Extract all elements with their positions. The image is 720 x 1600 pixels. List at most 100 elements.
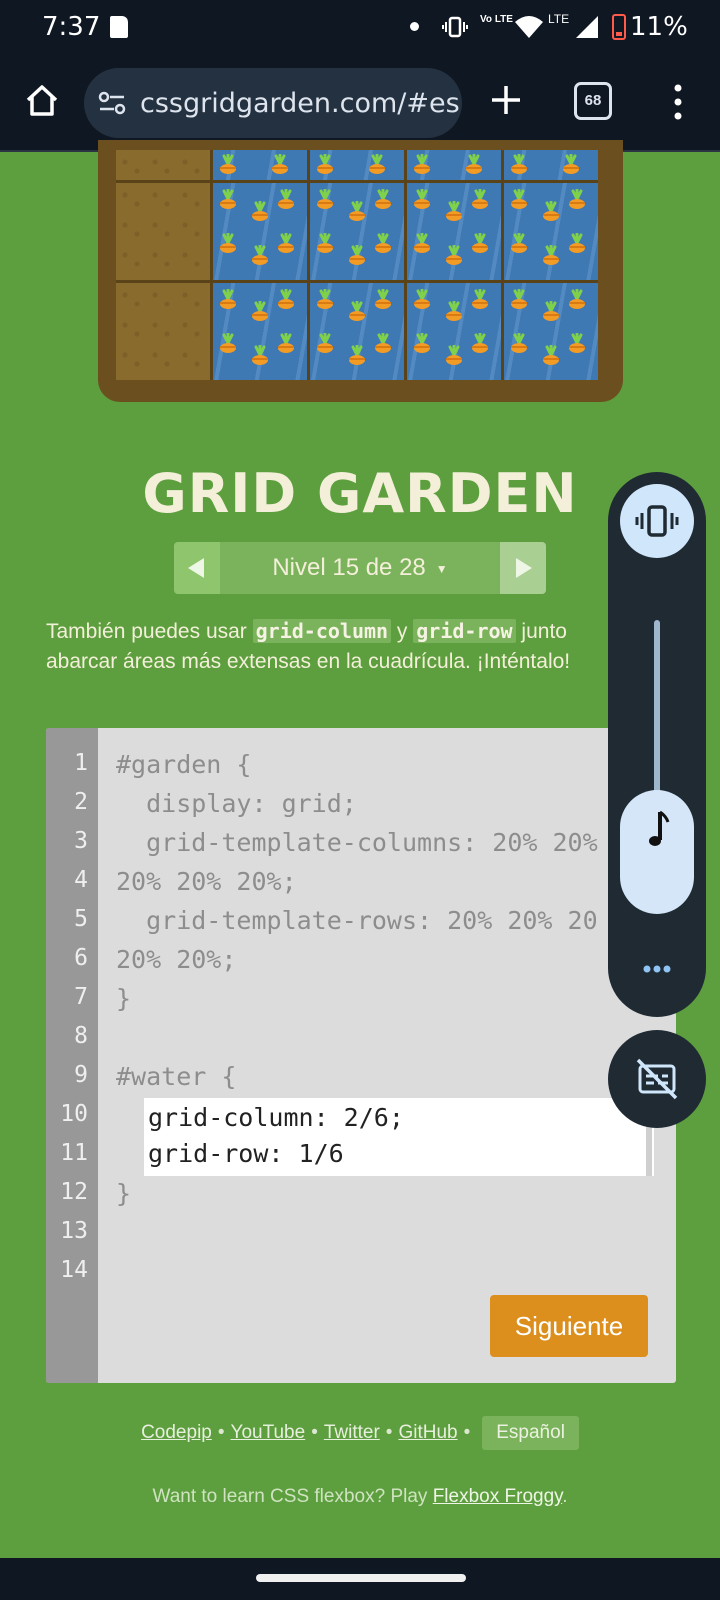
carrot-icon	[469, 188, 491, 211]
water-cell	[504, 183, 598, 280]
code-term-grid-row: grid-row	[413, 619, 516, 643]
new-tab-icon[interactable]	[486, 80, 526, 120]
carrot-icon	[249, 344, 271, 367]
water-cell	[407, 283, 501, 380]
soil-cell	[116, 283, 210, 380]
code-line: grid-template-rows: 20% 20% 20	[116, 906, 598, 935]
carrot-icon	[566, 232, 588, 255]
garden-grid	[116, 150, 598, 380]
carrot-icon	[269, 153, 291, 176]
carrot-icon	[217, 153, 239, 176]
water-cell	[504, 150, 598, 180]
carrot-icon	[411, 153, 433, 176]
battery-percent: 11%	[630, 12, 688, 42]
garden-board	[98, 140, 623, 402]
footer-link-youtube[interactable]: YouTube	[231, 1422, 306, 1443]
carrot-icon	[540, 200, 562, 223]
line-number-gutter: 1 2 3 4 5 6 7 8 9 10 11 12 13 14	[46, 728, 98, 1383]
carrot-icon	[346, 344, 368, 367]
next-level-button[interactable]	[500, 542, 546, 594]
footer-links: Codepip • YouTube • Twitter • GitHub • Español	[0, 1416, 720, 1450]
promo-suffix: .	[562, 1486, 568, 1507]
instr-mid: y	[391, 620, 414, 643]
carrot-icon	[469, 232, 491, 255]
carrot-icon	[540, 300, 562, 323]
live-caption-button[interactable]	[608, 1030, 706, 1128]
level-label: Nivel 15 de 28	[272, 554, 426, 581]
carrot-icon	[508, 288, 530, 311]
site-settings-icon[interactable]	[98, 90, 126, 116]
footer-link-codepip[interactable]: Codepip	[141, 1422, 212, 1443]
carrot-icon	[314, 153, 336, 176]
next-button[interactable]: Siguiente	[490, 1295, 648, 1357]
lte-label: LTE	[548, 12, 570, 26]
level-dropdown[interactable]: Nivel 15 de 28 ▼	[220, 542, 500, 594]
arrow-right-icon	[516, 558, 532, 578]
tab-switcher-button[interactable]: 68	[574, 82, 612, 120]
carrot-icon	[463, 153, 485, 176]
line-number: 3	[74, 828, 88, 854]
url-text[interactable]: cssgridgarden.com/#es	[140, 88, 460, 119]
flexbox-froggy-link[interactable]: Flexbox Froggy	[433, 1486, 563, 1507]
carrot-icon	[217, 188, 239, 211]
footer-link-twitter[interactable]: Twitter	[324, 1422, 380, 1443]
carrot-icon	[508, 188, 530, 211]
language-selector[interactable]: Español	[482, 1416, 579, 1450]
captions-off-icon	[636, 1058, 678, 1100]
more-options-icon[interactable]	[642, 964, 672, 974]
browser-toolbar: cssgridgarden.com/#es 68	[0, 54, 720, 152]
previous-level-button[interactable]	[174, 542, 220, 594]
carrot-icon	[314, 232, 336, 255]
ringer-mode-button[interactable]	[620, 484, 694, 558]
code-editor: 1 2 3 4 5 6 7 8 9 10 11 12 13 14 #garden { display: g…	[46, 728, 676, 1383]
separator: •	[217, 1422, 225, 1443]
promo-text: Want to learn CSS flexbox? Play Flexbox …	[0, 1486, 720, 1508]
sd-card-icon	[110, 16, 128, 38]
carrot-icon	[372, 288, 394, 311]
carrot-icon	[275, 332, 297, 355]
carrot-icon	[346, 300, 368, 323]
carrot-icon	[372, 232, 394, 255]
water-cell	[213, 283, 307, 380]
line-number: 13	[60, 1218, 88, 1244]
instr-suffix: junto	[515, 620, 567, 643]
carrot-icon	[540, 344, 562, 367]
water-cell	[310, 283, 404, 380]
more-menu-icon[interactable]	[670, 82, 686, 122]
line-number: 9	[74, 1062, 88, 1088]
carrot-icon	[508, 332, 530, 355]
code-line: #water {	[116, 1062, 237, 1091]
carrot-icon	[217, 332, 239, 355]
carrot-icon	[275, 288, 297, 311]
volume-slider-handle[interactable]	[620, 790, 694, 914]
carrot-icon	[508, 153, 530, 176]
home-icon[interactable]	[22, 80, 62, 120]
carrot-icon	[469, 332, 491, 355]
water-cell	[310, 150, 404, 180]
level-selector: Nivel 15 de 28 ▼	[174, 542, 546, 594]
volte-icon: Vo LTE	[480, 14, 513, 25]
code-line: grid-template-columns: 20% 20%	[116, 828, 598, 857]
carrot-icon	[508, 232, 530, 255]
address-bar[interactable]: cssgridgarden.com/#es	[84, 68, 462, 138]
footer-link-github[interactable]: GitHub	[398, 1422, 457, 1443]
soil-cell	[116, 150, 210, 180]
home-gesture-handle[interactable]	[256, 1574, 466, 1582]
vibrate-icon	[442, 16, 468, 38]
line-number: 8	[74, 1023, 88, 1049]
carrot-icon	[443, 344, 465, 367]
volume-panel	[608, 472, 706, 1017]
water-cell	[213, 150, 307, 180]
carrot-icon	[346, 244, 368, 267]
line-number: 1	[74, 750, 88, 776]
carrot-icon	[411, 188, 433, 211]
carrot-icon	[411, 288, 433, 311]
carrot-icon	[469, 288, 491, 311]
carrot-icon	[443, 200, 465, 223]
battery-icon	[612, 14, 626, 40]
music-note-icon	[649, 810, 670, 846]
css-input[interactable]	[148, 1100, 638, 1174]
arrow-left-icon	[188, 558, 204, 578]
carrot-icon	[372, 332, 394, 355]
carrot-icon	[566, 332, 588, 355]
